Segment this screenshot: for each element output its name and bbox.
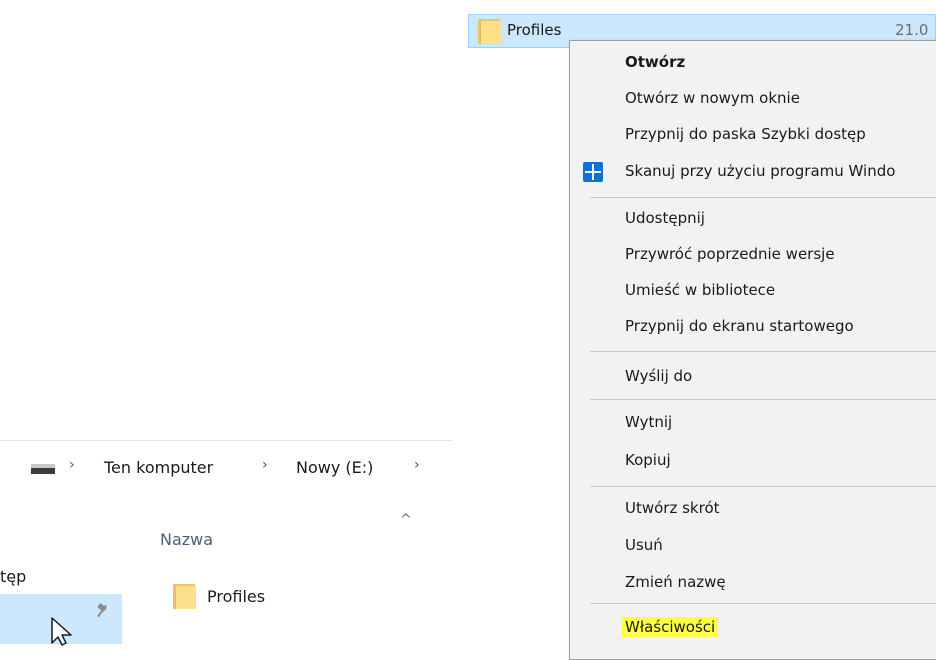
address-bar[interactable]: › Ten komputer › Nowy (E:) ›	[0, 447, 452, 487]
menu-item-properties[interactable]: Właściwości	[570, 610, 936, 644]
menu-item-open[interactable]: Otwórz	[570, 45, 936, 79]
pin-icon[interactable]	[96, 603, 108, 618]
menu-item-scan-defender[interactable]: Skanuj przy użyciu programu Windo	[570, 154, 936, 188]
sort-ascending-icon[interactable]: ^	[400, 512, 412, 528]
menu-item-open-new-window[interactable]: Otwórz w nowym oknie	[570, 81, 936, 115]
menu-item-include-library[interactable]: Umieść w bibliotece	[570, 273, 936, 307]
breadcrumb-this-pc[interactable]: Ten komputer	[104, 458, 213, 477]
column-header-name[interactable]: Nazwa	[160, 530, 213, 549]
menu-separator	[590, 603, 936, 604]
menu-item-pin-start[interactable]: Przypnij do ekranu startowego	[570, 309, 936, 343]
chevron-right-icon: ›	[262, 457, 268, 473]
menu-item-pin-quick-access[interactable]: Przypnij do paska Szybki dostęp	[570, 117, 936, 151]
windows-defender-icon	[583, 162, 603, 182]
divider	[0, 440, 452, 441]
chevron-right-icon: ›	[414, 457, 420, 473]
menu-item-share[interactable]: Udostępnij	[570, 201, 936, 235]
menu-item-rename[interactable]: Zmień nazwę	[570, 565, 936, 599]
menu-item-create-shortcut[interactable]: Utwórz skrót	[570, 491, 936, 525]
folder-icon	[173, 584, 196, 609]
file-list: ^ Nazwa Profiles	[130, 512, 452, 644]
modified-date: 21.0	[895, 21, 929, 39]
menu-item-properties-label: Właściwości	[622, 617, 719, 637]
menu-item-scan-defender-label: Skanuj przy użyciu programu Windo	[625, 162, 896, 180]
menu-item-restore-previous[interactable]: Przywróć poprzednie wersje	[570, 237, 936, 271]
mouse-cursor-icon	[51, 617, 72, 646]
chevron-right-icon: ›	[69, 457, 75, 473]
menu-separator	[590, 351, 936, 352]
menu-item-cut[interactable]: Wytnij	[570, 405, 936, 439]
drive-icon	[31, 464, 55, 474]
file-list-item[interactable]: Profiles	[207, 587, 265, 606]
menu-separator	[590, 399, 936, 400]
folder-name: Profiles	[507, 21, 562, 39]
menu-item-copy[interactable]: Kopiuj	[570, 443, 936, 477]
menu-item-send-to[interactable]: Wyślij do	[570, 359, 936, 393]
breadcrumb-drive-e[interactable]: Nowy (E:)	[296, 458, 373, 477]
context-menu: Otwórz Otwórz w nowym oknie Przypnij do …	[569, 40, 936, 660]
menu-separator	[590, 197, 936, 198]
menu-separator	[590, 486, 936, 487]
nav-item-quick-access-label[interactable]: tęp	[0, 567, 26, 586]
menu-item-delete[interactable]: Usuń	[570, 528, 936, 562]
folder-icon	[478, 19, 501, 44]
